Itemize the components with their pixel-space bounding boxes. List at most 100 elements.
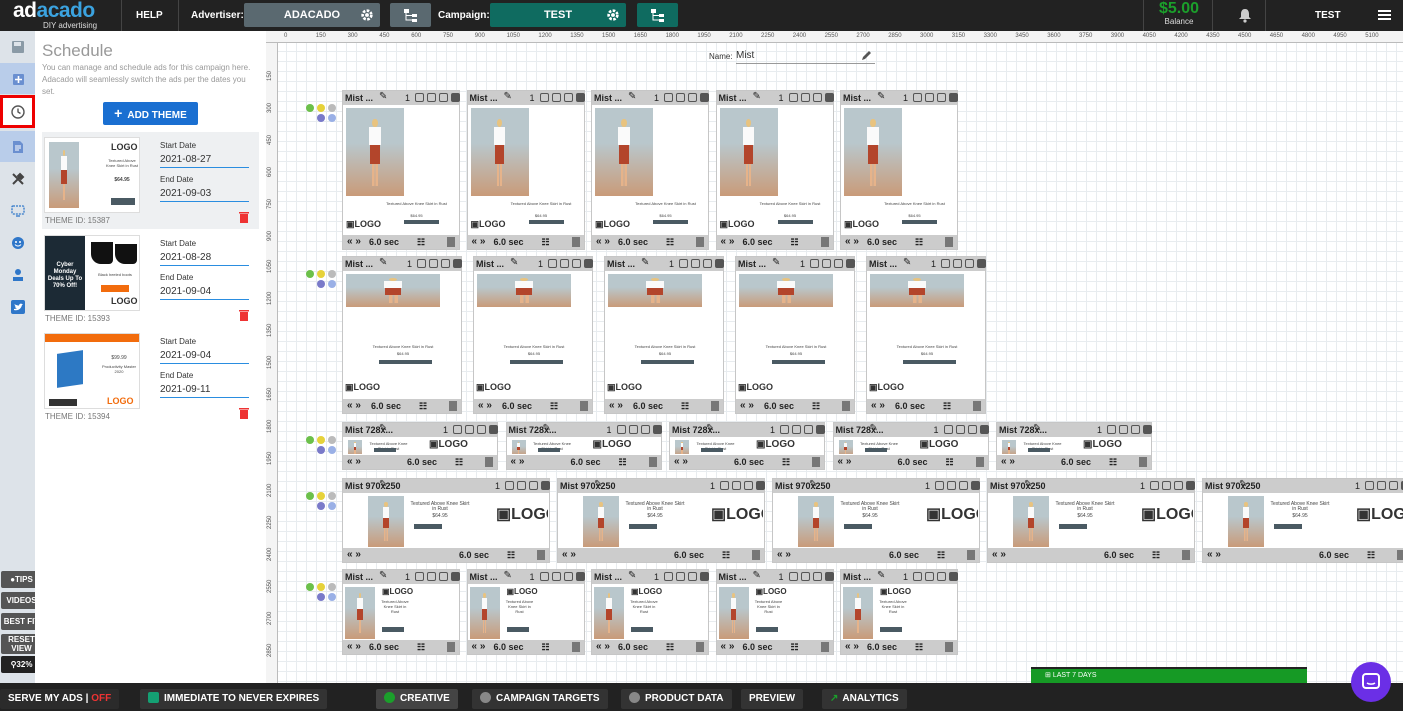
target-icon[interactable] <box>505 481 515 490</box>
filled-square-icon[interactable] <box>453 259 463 268</box>
target-icon[interactable] <box>1107 425 1117 434</box>
user-menu[interactable]: TEST <box>1315 10 1341 21</box>
link-icon[interactable] <box>676 93 686 102</box>
ad-tile[interactable]: Mist ... 1 ✎ Textured Above Knee Skirt in R… <box>466 90 585 250</box>
ad-tile[interactable]: Mist 970x250 1 ✎ Textured Above Knee Skirt … <box>1202 478 1403 563</box>
ad-tile[interactable]: Mist ... 1 ✎ ▣LOGO Textured Above Knee Skirt… <box>342 569 461 655</box>
twitter-icon[interactable] <box>0 291 35 322</box>
tile-nav-arrows[interactable]: « » <box>777 548 791 562</box>
tile-nav-arrows[interactable]: « » <box>347 399 361 413</box>
ad-tile[interactable]: Mist ... 1 ✎ Textured Above Knee Skirt in R… <box>715 90 834 250</box>
filled-square-icon[interactable] <box>824 572 834 581</box>
trash-icon[interactable] <box>1182 550 1190 560</box>
tile-nav-arrows[interactable]: « » <box>472 235 486 249</box>
link-icon[interactable] <box>429 259 439 268</box>
target-icon[interactable] <box>720 481 730 490</box>
adjust-icon[interactable]: ☷ <box>943 399 951 413</box>
advertiser-tree-button[interactable] <box>390 3 431 27</box>
pencil-icon[interactable]: ✎ <box>641 257 649 268</box>
row-controls[interactable] <box>306 583 336 607</box>
trash-icon[interactable] <box>945 642 953 652</box>
link-icon[interactable] <box>1377 481 1387 490</box>
link-icon[interactable] <box>1119 425 1129 434</box>
tile-nav-arrows[interactable]: « » <box>845 640 859 654</box>
tile-nav-arrows[interactable]: « » <box>674 455 688 469</box>
trash-icon[interactable] <box>820 642 829 652</box>
tile-nav-arrows[interactable]: « » <box>1207 548 1221 562</box>
trash-icon[interactable] <box>842 401 850 411</box>
control-dot[interactable] <box>328 583 336 591</box>
gear-icon[interactable] <box>360 8 374 22</box>
link-icon[interactable] <box>465 425 475 434</box>
ad-tile[interactable]: Mist ... 1 ✎ ▣LOGO Textured Above Knee Skirt… <box>840 569 959 655</box>
tile-nav-arrows[interactable]: « » <box>740 399 754 413</box>
ad-tile[interactable]: Mist ... 1 ✎ Textured Above Knee Skirt in R… <box>735 256 856 414</box>
adjust-icon[interactable]: ☷ <box>455 455 463 469</box>
target-icon[interactable] <box>941 259 951 268</box>
tile-nav-arrows[interactable]: « » <box>1001 455 1015 469</box>
trash-icon[interactable] <box>967 550 975 560</box>
square-icon[interactable] <box>1174 481 1184 490</box>
square-icon[interactable] <box>477 425 487 434</box>
adjust-icon[interactable]: ☷ <box>812 399 820 413</box>
filled-square-icon[interactable] <box>700 93 710 102</box>
square-icon[interactable] <box>937 572 947 581</box>
trash-icon[interactable] <box>812 457 820 467</box>
square-icon[interactable] <box>640 425 650 434</box>
pencil-icon[interactable]: ✎ <box>379 570 387 581</box>
add-theme-button[interactable]: + ADD THEME <box>103 102 198 125</box>
trash-icon[interactable] <box>696 237 704 247</box>
control-dot[interactable] <box>317 114 325 122</box>
tab-preview[interactable]: PREVIEW <box>741 689 804 709</box>
trash-icon[interactable] <box>447 237 455 247</box>
pencil-icon[interactable]: ✎ <box>628 91 636 102</box>
tile-nav-arrows[interactable]: « » <box>721 640 735 654</box>
name-input[interactable]: Mist <box>736 50 875 64</box>
adjust-icon[interactable]: ☷ <box>619 455 627 469</box>
ad-tile[interactable]: Mist 970x250 1 ✎ Textured Above Knee Skirt … <box>772 478 981 563</box>
control-dot[interactable] <box>306 104 314 112</box>
adjust-icon[interactable]: ☷ <box>1367 548 1375 562</box>
square-icon[interactable] <box>834 259 844 268</box>
user-stamp-icon[interactable] <box>0 259 35 290</box>
square-icon[interactable] <box>441 259 451 268</box>
trash-icon[interactable] <box>571 642 580 652</box>
theme-thumbnail[interactable]: Cyber Monday Deals Up To 70% Off! Black … <box>44 235 140 311</box>
target-icon[interactable] <box>788 572 798 581</box>
pencil-icon[interactable]: ✎ <box>753 91 761 102</box>
control-dot[interactable] <box>317 593 325 601</box>
trash-icon[interactable] <box>1139 457 1147 467</box>
row-controls[interactable] <box>306 436 336 460</box>
filled-square-icon[interactable] <box>489 425 499 434</box>
tools-icon[interactable] <box>0 163 35 194</box>
square-icon[interactable] <box>439 93 449 102</box>
link-icon[interactable] <box>551 93 561 102</box>
adacado-logo[interactable]: adacado DIY advertising <box>13 0 113 30</box>
filled-square-icon[interactable] <box>846 259 856 268</box>
link-icon[interactable] <box>925 572 935 581</box>
adjust-icon[interactable]: ☷ <box>666 640 674 654</box>
adjust-icon[interactable]: ☷ <box>417 640 425 654</box>
adjust-icon[interactable]: ☷ <box>550 399 558 413</box>
filled-square-icon[interactable] <box>1143 425 1153 434</box>
ad-tile[interactable]: Mist ... 1 ✎ Textured Above Knee Skirt in R… <box>604 256 725 414</box>
control-dot[interactable] <box>317 446 325 454</box>
adjust-icon[interactable]: ☷ <box>946 455 954 469</box>
target-icon[interactable] <box>415 93 425 102</box>
link-icon[interactable] <box>427 572 437 581</box>
control-dot[interactable] <box>317 502 325 510</box>
target-icon[interactable] <box>539 572 549 581</box>
target-icon[interactable] <box>788 93 798 102</box>
tab-campaign-targets[interactable]: CAMPAIGN TARGETS <box>472 689 608 709</box>
monitor-icon[interactable] <box>0 195 35 226</box>
tile-nav-arrows[interactable]: « » <box>472 640 486 654</box>
ad-tile[interactable]: Mist ... 1 ✎ ▣LOGO Textured Above Knee Skirt… <box>715 569 834 655</box>
adjust-icon[interactable]: ☷ <box>507 548 515 562</box>
control-dot[interactable] <box>317 436 325 444</box>
link-icon[interactable] <box>792 425 802 434</box>
tile-nav-arrows[interactable]: « » <box>609 399 623 413</box>
adjust-icon[interactable]: ☷ <box>681 399 689 413</box>
pencil-icon[interactable]: ✎ <box>1033 423 1041 434</box>
control-dot[interactable] <box>328 446 336 454</box>
filled-square-icon[interactable] <box>756 481 766 490</box>
